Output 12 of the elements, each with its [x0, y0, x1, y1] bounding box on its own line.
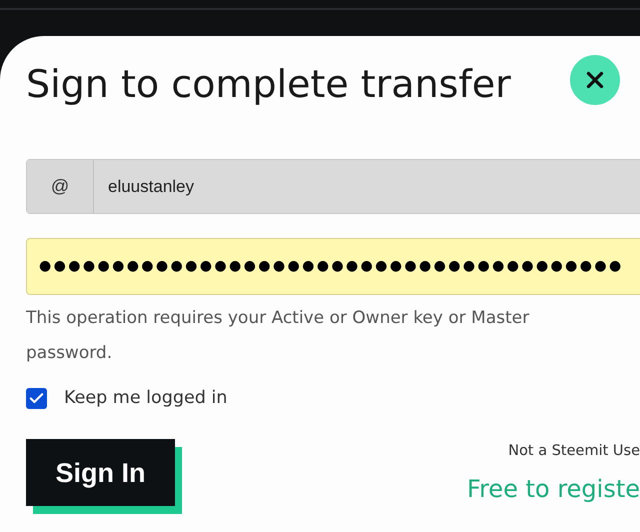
sign-in-button[interactable]: Sign In: [26, 439, 175, 506]
username-value: eluustanley: [107, 176, 194, 198]
username-field[interactable]: @ eluustanley: [26, 159, 640, 214]
at-prefix: @: [27, 160, 94, 213]
keep-logged-in-checkbox[interactable]: [26, 388, 47, 409]
password-value: ●●●●●●●●●●●●●●●●●●●●●●●●●●●●●●●●●●●●●●●●: [39, 257, 624, 276]
checkbox-label: Keep me logged in: [64, 387, 228, 410]
close-button[interactable]: [570, 55, 620, 105]
dialog-title: Sign to complete transfer: [26, 61, 511, 108]
password-field[interactable]: ●●●●●●●●●●●●●●●●●●●●●●●●●●●●●●●●●●●●●●●●: [26, 238, 640, 295]
register-prompt: Not a Steemit Use: [508, 442, 640, 462]
help-text: This operation requires your Active or Owner key or Master password.: [26, 307, 530, 365]
